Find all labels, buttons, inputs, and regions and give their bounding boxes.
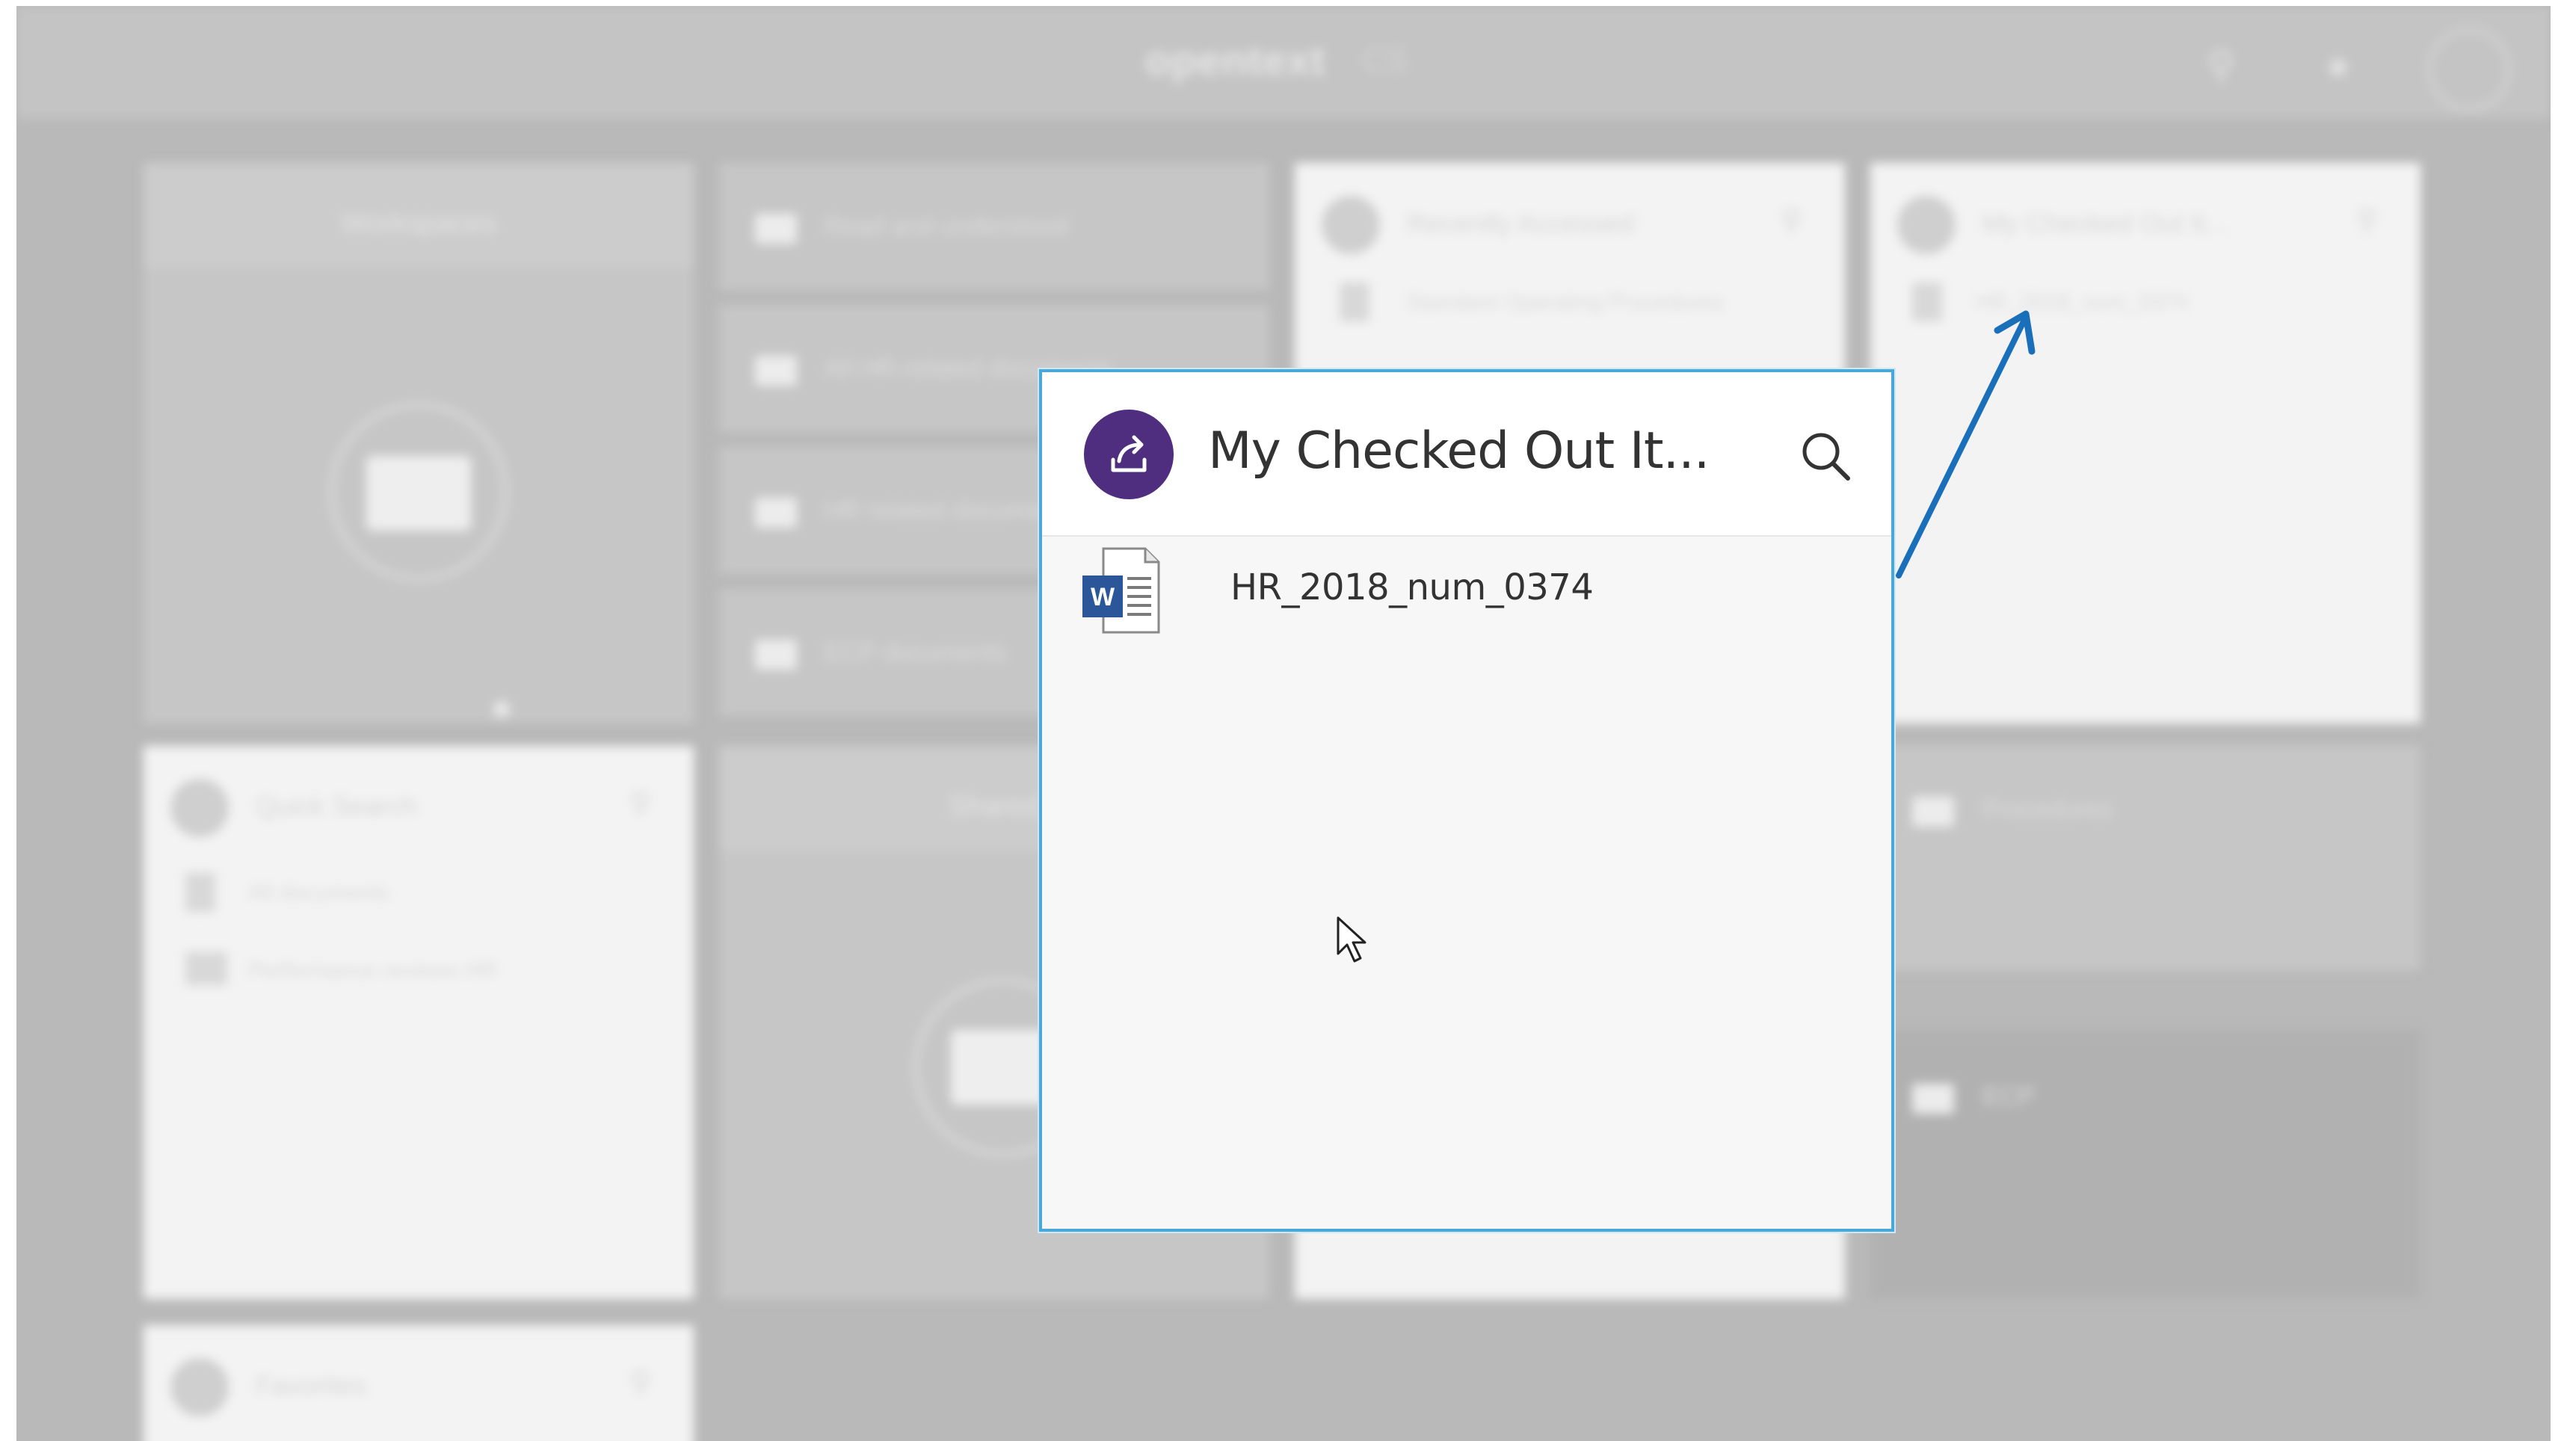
search-icon[interactable]: ⚲: [1781, 203, 1802, 238]
word-document-icon: W: [1081, 546, 1163, 635]
search-icon[interactable]: ⚲: [2356, 203, 2378, 238]
notifications-icon[interactable]: ●: [2326, 43, 2349, 88]
list-item[interactable]: W HR_2018_num_0374: [1081, 546, 1858, 643]
folder-icon: [755, 356, 797, 386]
folder-label: Read and understood: [824, 212, 1069, 241]
favorites-title: Favorites: [256, 1370, 367, 1401]
svg-text:W: W: [1091, 583, 1115, 611]
widget-title: My Checked Out It...: [1208, 422, 1710, 481]
folder-icon: [755, 214, 797, 244]
search-icon[interactable]: ⚲: [629, 1366, 651, 1400]
folder-label: Procedures: [1982, 795, 2113, 824]
page-margin: [2551, 0, 2576, 1441]
folder-icon: [755, 498, 797, 528]
ecp-tile[interactable]: ECP: [1870, 1030, 2421, 1299]
folder-tile[interactable]: Read and understood: [719, 163, 1269, 290]
list-item[interactable]: Performance reviews HR: [248, 958, 497, 984]
favorites-tile[interactable]: Favorites ⚲: [144, 1325, 694, 1441]
word-document-icon: [1912, 283, 1942, 321]
folder-icon: [185, 952, 227, 985]
list-item[interactable]: All documents: [248, 880, 389, 906]
checkout-share-icon: [1897, 196, 1956, 254]
folder-label: ECP documents: [824, 638, 1008, 667]
favorites-icon: [170, 1358, 229, 1416]
procedures-tile[interactable]: Procedures: [1870, 746, 2421, 970]
brand-logo: opentext: [1145, 37, 1326, 84]
folder-icon: [755, 640, 797, 670]
quick-search-icon: [170, 779, 229, 837]
document-name[interactable]: HR_2018_num_0374: [1230, 567, 1594, 608]
top-navigation-bar: opentext CS ⚲ ●: [16, 6, 2551, 118]
search-icon[interactable]: [1796, 426, 1855, 486]
checked-out-title: My Checked Out It...: [1982, 208, 2228, 238]
recently-accessed-title: Recently Accessed: [1407, 208, 1635, 238]
brand-suffix: CS: [1362, 42, 1408, 78]
recently-accessed-icon: [1322, 196, 1380, 254]
search-icon[interactable]: ⚲: [629, 786, 651, 821]
my-checked-out-items-widget[interactable]: My Checked Out It... W HR_2018_num_0374: [1039, 369, 1894, 1232]
global-search-icon[interactable]: ⚲: [2207, 43, 2235, 88]
widget-header: My Checked Out It...: [1042, 372, 1891, 537]
list-item[interactable]: HR_2018_num_0374: [1975, 290, 2188, 315]
page-margin: [0, 0, 2576, 6]
checkout-share-icon: [1084, 410, 1174, 499]
user-avatar[interactable]: [2428, 28, 2510, 111]
quick-search-title: Quick Search: [256, 791, 418, 821]
folder-icon: [1912, 797, 1954, 827]
workspaces-title: Workspaces: [340, 208, 497, 239]
mouse-cursor-icon: [1337, 916, 1366, 963]
folder-label: ECP: [1982, 1082, 2035, 1111]
document-icon: [1340, 283, 1369, 321]
quick-search-tile[interactable]: Quick Search ⚲ All documents Performance…: [144, 746, 694, 1299]
document-icon: [185, 873, 215, 912]
list-item[interactable]: Standard Operating Procedures: [1407, 290, 1724, 315]
workspaces-tile[interactable]: Workspaces: [144, 163, 694, 723]
checked-out-tile[interactable]: My Checked Out It... ⚲ HR_2018_num_0374: [1870, 163, 2421, 723]
folder-icon: [1912, 1084, 1954, 1114]
folder-icon: [366, 456, 471, 531]
